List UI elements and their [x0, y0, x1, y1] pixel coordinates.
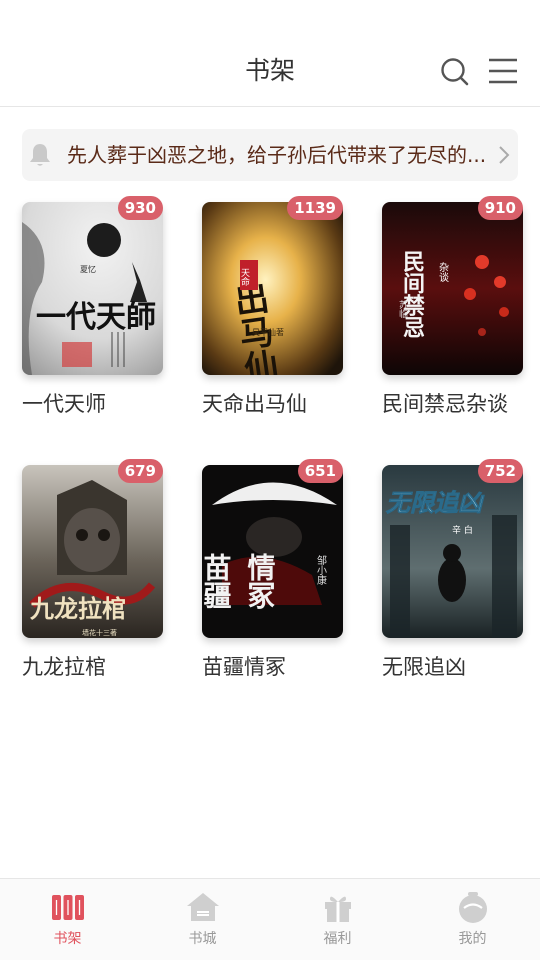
house-icon [185, 889, 221, 925]
book-card[interactable]: 九龙拉棺 墙花十三著 679 九龙拉棺 [22, 459, 163, 685]
book-card[interactable]: 一代天師 夏忆 930 一代天师 [22, 196, 163, 422]
cover-tag: 天命 [239, 268, 250, 287]
cover-author: 夏忆 [80, 264, 96, 274]
tab-label: 福利 [323, 931, 352, 947]
book-title: 苗疆情冢 [202, 655, 286, 679]
cover-title-art-1: 苗疆 [202, 553, 233, 609]
cover-title-art: 民间禁忌 [399, 250, 425, 338]
update-count-badge: 651 [297, 459, 343, 483]
bookshelf-icon [50, 889, 86, 925]
announcement-bar[interactable]: 先人葬于凶恶之地，给子孙后代带来了无尽的... [22, 129, 518, 181]
book-cover[interactable]: 苗疆 情冢 邹小康 [202, 465, 343, 638]
bell-icon [28, 142, 52, 168]
tab-profile[interactable]: 我的 [405, 879, 540, 960]
search-icon[interactable] [440, 57, 470, 87]
book-title: 天命出马仙 [202, 392, 307, 416]
book-title: 一代天师 [22, 392, 106, 416]
update-count-badge: 679 [117, 459, 163, 483]
book-cover[interactable]: 民间禁忌 杂谈 苏临 [382, 202, 523, 375]
cover-author: 辛 白 [452, 524, 473, 536]
tab-bookstore[interactable]: 书城 [135, 879, 270, 960]
book-card[interactable]: 民间禁忌 杂谈 苏临 910 民间禁忌杂谈 [382, 196, 523, 422]
cover-title-art-2: 情冢 [244, 553, 277, 610]
cover-author: 昊平仙著 [252, 327, 284, 337]
book-title: 无限追凶 [382, 655, 466, 679]
announcement-text: 先人葬于凶恶之地，给子孙后代带来了无尽的... [67, 143, 487, 167]
book-title: 民间禁忌杂谈 [382, 392, 508, 416]
cover-title-art: 九龙拉棺 [29, 594, 126, 623]
book-cover[interactable]: 无限追凶 辛 白 [382, 465, 523, 638]
book-card[interactable]: 出马仙 天命 昊平仙著 1139 天命出马仙 [202, 196, 343, 422]
book-card[interactable]: 无限追凶 辛 白 752 无限追凶 [382, 459, 523, 685]
profile-icon [455, 889, 491, 925]
cover-author: 苏临 [397, 299, 408, 319]
tab-label: 书架 [53, 931, 82, 947]
tab-welfare[interactable]: 福利 [270, 879, 405, 960]
book-card[interactable]: 苗疆 情冢 邹小康 651 苗疆情冢 [202, 459, 343, 685]
book-cover[interactable]: 九龙拉棺 墙花十三著 [22, 465, 163, 638]
cover-author: 邹小康 [315, 554, 327, 585]
menu-icon[interactable] [488, 57, 518, 85]
book-cover[interactable]: 一代天師 夏忆 [22, 202, 163, 375]
update-count-badge: 752 [477, 459, 523, 483]
tab-bookshelf[interactable]: 书架 [0, 879, 135, 960]
cover-title-art: 无限追凶 [386, 489, 485, 517]
chevron-right-icon[interactable] [498, 145, 510, 165]
gift-icon [320, 889, 356, 925]
update-count-badge: 1139 [287, 196, 343, 220]
cover-title-art: 一代天師 [36, 300, 156, 335]
update-count-badge: 930 [117, 196, 163, 220]
tab-label: 我的 [458, 931, 487, 947]
book-cover[interactable]: 出马仙 天命 昊平仙著 [202, 202, 343, 375]
bottom-tab-bar: 书架 书城 福利 我的 [0, 878, 540, 960]
cover-author: 墙花十三著 [82, 628, 117, 637]
cover-tag: 杂谈 [437, 262, 449, 283]
book-title: 九龙拉棺 [22, 655, 106, 679]
update-count-badge: 910 [477, 196, 523, 220]
top-header: 书架 [0, 0, 540, 107]
tab-label: 书城 [188, 931, 217, 947]
